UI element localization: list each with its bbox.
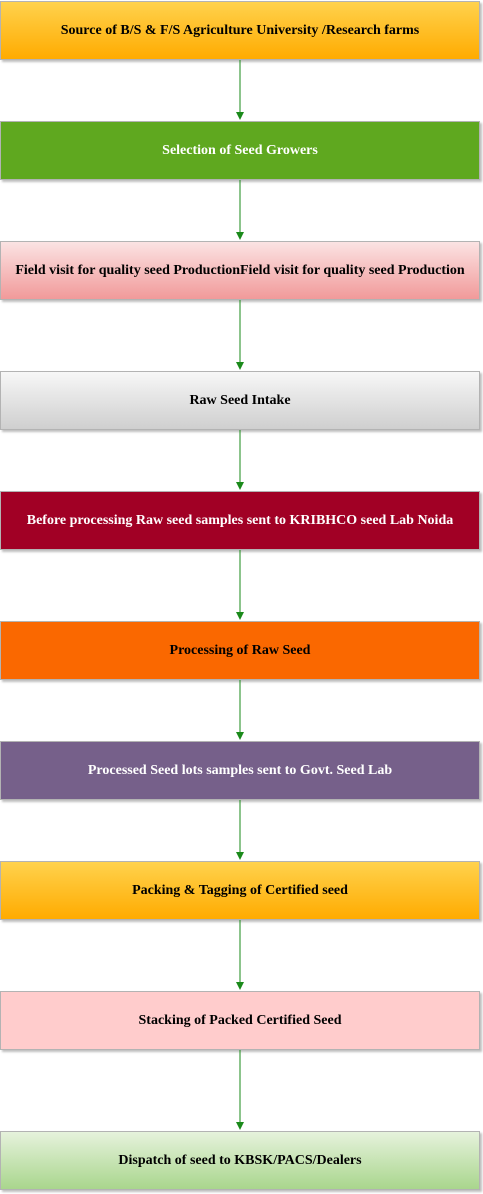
step-govt-lab: Processed Seed lots samples sent to Govt… [0,741,480,800]
step-label: Raw Seed Intake [189,392,291,408]
step-label: Packing & Tagging of Certified seed [132,882,348,898]
step-label: Processing of Raw Seed [169,642,311,658]
step-label: Field visit for quality seed ProductionF… [15,262,465,278]
arrow-5 [235,550,245,621]
step-raw-seed-intake: Raw Seed Intake [0,371,480,430]
step-selection-growers: Selection of Seed Growers [0,121,480,180]
arrow-1 [235,60,245,121]
step-label: Selection of Seed Growers [162,142,318,158]
step-lab-samples: Before processing Raw seed samples sent … [0,491,480,550]
step-field-visit: Field visit for quality seed ProductionF… [0,241,480,300]
step-packing-tagging: Packing & Tagging of Certified seed [0,861,480,920]
arrow-2 [235,180,245,241]
step-label: Source of B/S & F/S Agriculture Universi… [60,22,420,38]
arrow-8 [235,920,245,991]
step-label: Before processing Raw seed samples sent … [26,512,454,528]
step-dispatch: Dispatch of seed to KBSK/PACS/Dealers [0,1131,480,1190]
arrow-6 [235,680,245,741]
arrow-4 [235,430,245,491]
arrow-7 [235,800,245,861]
step-stacking: Stacking of Packed Certified Seed [0,991,480,1050]
step-label: Stacking of Packed Certified Seed [138,1012,342,1028]
step-processing: Processing of Raw Seed [0,621,480,680]
step-label: Dispatch of seed to KBSK/PACS/Dealers [118,1152,362,1168]
step-source: Source of B/S & F/S Agriculture Universi… [0,1,480,60]
step-label: Processed Seed lots samples sent to Govt… [87,762,393,778]
seed-production-flowchart: Source of B/S & F/S Agriculture Universi… [0,0,483,1194]
arrow-9 [235,1050,245,1131]
arrow-3 [235,300,245,371]
